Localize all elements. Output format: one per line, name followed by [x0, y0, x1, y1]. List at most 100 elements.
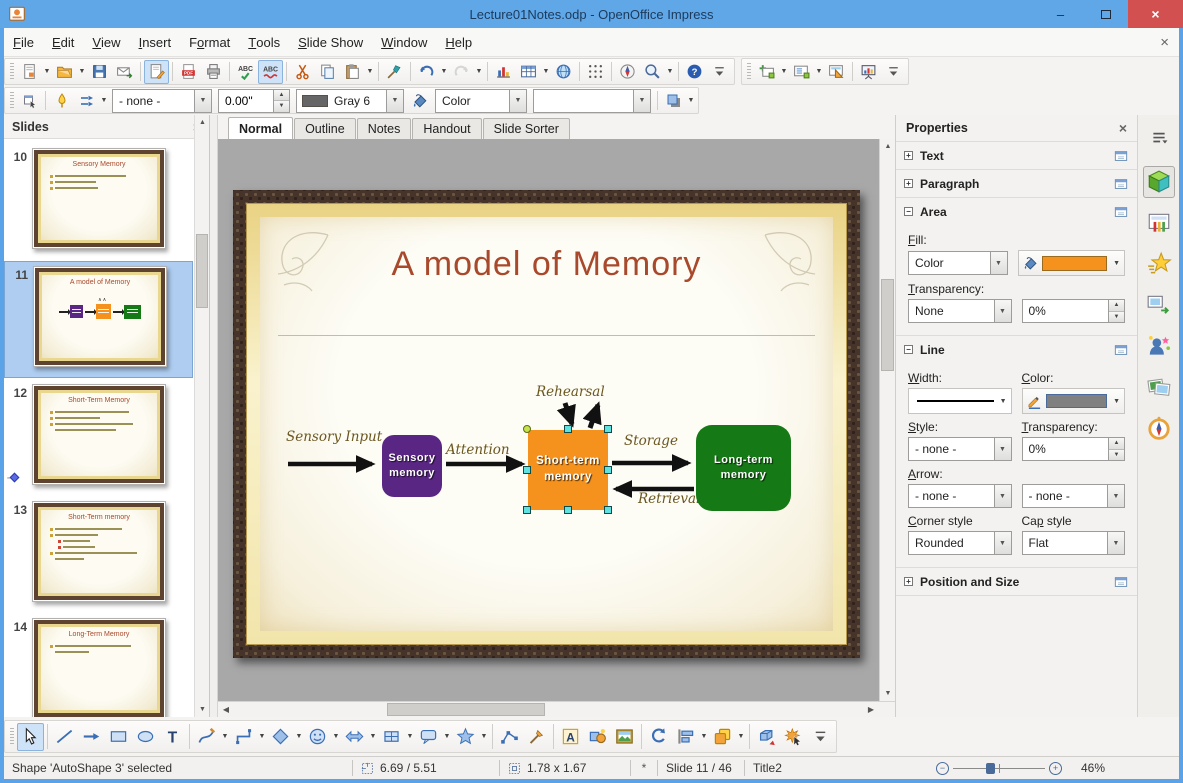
autospellcheck-button[interactable]: ABC: [258, 59, 283, 84]
scrollbar-thumb[interactable]: [196, 234, 208, 308]
symbol-shapes-button[interactable]: [304, 723, 331, 751]
menu-format[interactable]: Fo rmat: [180, 28, 239, 56]
zoom-slider[interactable]: [953, 762, 1045, 775]
label-retrieval[interactable]: Retrieval: [638, 491, 700, 507]
arrow-button[interactable]: [78, 723, 105, 751]
toolbar-grip[interactable]: [10, 62, 14, 81]
selection-handle-top-left[interactable]: [523, 425, 531, 433]
slide-thumbnail-13[interactable]: 13 Short-Term memory: [4, 497, 193, 612]
zoom-out-button[interactable]: −: [936, 761, 949, 775]
arrow-style-button[interactable]: [74, 89, 99, 113]
fill-color-select[interactable]: ▼: [533, 88, 651, 113]
spin-up[interactable]: ▲: [1109, 300, 1124, 312]
menu-slide-show[interactable]: Slide Show: [289, 28, 372, 56]
extrusion-button[interactable]: [753, 723, 780, 751]
slides-panel-scrollbar[interactable]: ▲ ▼: [194, 115, 209, 717]
new-dropdown[interactable]: ▼: [42, 60, 52, 84]
spin-up[interactable]: ▲: [1109, 438, 1124, 450]
canvas-horizontal-scrollbar[interactable]: ◀ ▶: [218, 701, 895, 717]
thumbnail-frame[interactable]: Short-Term Memory: [32, 384, 166, 485]
from-file-button[interactable]: [584, 723, 611, 751]
menu-edit[interactable]: Edit: [43, 28, 83, 56]
copy-button[interactable]: [315, 60, 340, 84]
minimize-button[interactable]: –: [1038, 0, 1083, 28]
toolbar-grip[interactable]: [10, 91, 14, 110]
close-window-button[interactable]: ×: [1128, 0, 1183, 28]
line-width-down[interactable]: ▼: [274, 101, 289, 112]
navigator-button[interactable]: [615, 60, 640, 84]
email-button[interactable]: [112, 60, 137, 84]
fill-color-button[interactable]: ▼: [1017, 250, 1125, 276]
expand-icon[interactable]: +: [904, 151, 913, 160]
connector-button[interactable]: [230, 723, 257, 751]
panel-splitter[interactable]: [210, 115, 218, 717]
overflow-button[interactable]: [807, 723, 834, 751]
new-slide-dropdown[interactable]: ▼: [779, 60, 789, 84]
slide-design-button[interactable]: [824, 60, 849, 84]
section-possize-label[interactable]: Position and Size: [920, 575, 1019, 589]
corner-style-select[interactable]: Rounded ▼: [908, 531, 1012, 555]
thumbnail-frame[interactable]: Sensory Memory: [32, 148, 166, 249]
selection-handle-mid-right[interactable]: [604, 466, 612, 474]
thumbnail-frame[interactable]: A model of Memory ∧∧: [33, 266, 167, 367]
scroll-down-button[interactable]: ▼: [880, 686, 895, 701]
open-dropdown[interactable]: ▼: [77, 60, 87, 84]
alignment-dropdown[interactable]: ▼: [699, 725, 709, 749]
callouts-button[interactable]: [415, 723, 442, 751]
basic-shapes-button[interactable]: [267, 723, 294, 751]
transparency-type-select[interactable]: None ▼: [908, 299, 1012, 323]
callouts-dropdown[interactable]: ▼: [442, 725, 452, 749]
redo-dropdown[interactable]: ▼: [474, 60, 484, 84]
slide-thumbnail-11[interactable]: 11 A model of Memory ∧∧: [4, 261, 193, 378]
dialog-launcher-icon[interactable]: [1113, 343, 1129, 357]
selection-handle-bottom-right[interactable]: [604, 506, 612, 514]
tab-notes[interactable]: Notes: [356, 118, 412, 139]
transparency-value-input[interactable]: 0% ▲ ▼: [1021, 299, 1125, 323]
canvas-vertical-scrollbar[interactable]: ▲ ▼: [879, 139, 895, 701]
zoom-dropdown[interactable]: ▼: [665, 60, 675, 84]
expand-icon[interactable]: +: [904, 179, 913, 188]
line-width-button[interactable]: ▼: [908, 388, 1012, 414]
print-button[interactable]: [201, 60, 226, 84]
paste-dropdown[interactable]: ▼: [365, 60, 375, 84]
box-sensory-memory[interactable]: Sensory memory: [382, 435, 442, 497]
zoom-in-button[interactable]: +: [1049, 761, 1062, 775]
scroll-right-button[interactable]: ▶: [863, 702, 879, 717]
slide-editing-area[interactable]: A model of Memory Sensory Input Attentio…: [233, 190, 860, 658]
fill-type-select[interactable]: Color ▼: [435, 88, 527, 113]
sidebar-settings-button[interactable]: [1143, 121, 1175, 153]
selection-handle-top-mid[interactable]: [564, 425, 572, 433]
arrow-style-dropdown[interactable]: ▼: [99, 89, 109, 113]
styles-button[interactable]: [17, 89, 42, 113]
tab-normal[interactable]: Normal: [228, 117, 294, 139]
arrange-button[interactable]: [709, 723, 736, 751]
collapse-icon[interactable]: −: [904, 207, 913, 216]
chart-button[interactable]: [491, 60, 516, 84]
alignment-button[interactable]: [672, 723, 699, 751]
cap-style-select[interactable]: Flat ▼: [1021, 531, 1125, 555]
menu-window[interactable]: Window: [372, 28, 436, 56]
sidebar-tab-gallery[interactable]: [1143, 371, 1175, 403]
line-button[interactable]: [51, 723, 78, 751]
scrollbar-thumb[interactable]: [881, 279, 894, 371]
rotate-button[interactable]: [645, 723, 672, 751]
line-width-input[interactable]: 0.00" ▲ ▼: [218, 88, 290, 113]
line-color-select[interactable]: Gray 6 ▼: [296, 88, 404, 113]
spin-down[interactable]: ▼: [1109, 311, 1124, 322]
table-dropdown[interactable]: ▼: [541, 60, 551, 84]
sidebar-tab-custom-animation[interactable]: [1143, 248, 1175, 280]
zoom-button[interactable]: [640, 60, 665, 84]
menu-tools[interactable]: Tools: [239, 28, 289, 56]
label-attention[interactable]: Attention: [446, 442, 510, 458]
area-dialog-button[interactable]: [407, 89, 432, 113]
edit-file-button[interactable]: [144, 59, 169, 84]
dialog-launcher-icon[interactable]: [1113, 177, 1129, 191]
selection-handle-mid-left[interactable]: [523, 466, 531, 474]
grid-button[interactable]: [583, 60, 608, 84]
scroll-up-button[interactable]: ▲: [880, 139, 895, 154]
block-arrows-button[interactable]: [341, 723, 368, 751]
line-transparency-input[interactable]: 0% ▲ ▼: [1021, 437, 1125, 461]
curve-dropdown[interactable]: ▼: [220, 725, 230, 749]
spin-down[interactable]: ▼: [1109, 449, 1124, 460]
slide-layout-button[interactable]: [789, 60, 814, 84]
